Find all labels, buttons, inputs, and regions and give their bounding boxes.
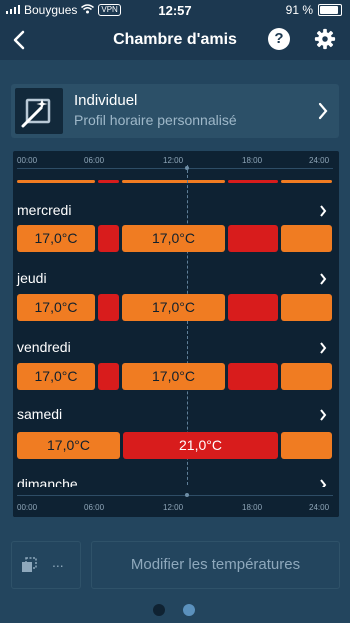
chevron-right-icon[interactable] xyxy=(319,272,327,286)
segment-eco xyxy=(98,363,119,390)
chevron-right-icon[interactable] xyxy=(319,204,327,218)
day-label[interactable]: mercredi xyxy=(17,202,71,218)
copy-button[interactable]: ... xyxy=(11,541,81,589)
magic-wand-icon xyxy=(15,88,63,134)
segment-eco xyxy=(98,294,119,321)
page-indicator-dot xyxy=(153,604,165,616)
segment-comfort xyxy=(281,363,332,390)
segment-comfort xyxy=(281,432,332,459)
chevron-right-icon[interactable] xyxy=(319,408,327,422)
modify-temperatures-button[interactable]: Modifier les températures xyxy=(91,541,340,589)
segment-comfort: 17,0°C xyxy=(122,225,225,252)
time-tick: 00:00 xyxy=(17,503,38,512)
segment-eco xyxy=(98,225,119,252)
segment-comfort: 17,0°C xyxy=(17,363,95,390)
segment-comfort: 17,0°C xyxy=(122,363,225,390)
segment-comfort: 17,0°C xyxy=(17,432,120,459)
time-tick: 00:00 xyxy=(17,156,38,165)
segment-comfort xyxy=(281,180,332,183)
chevron-right-icon[interactable] xyxy=(319,341,327,355)
page-title: Chambre d'amis xyxy=(113,31,237,48)
segment-eco xyxy=(98,180,119,183)
profile-selector[interactable]: Individuel Profil horaire personnalisé xyxy=(11,84,339,138)
time-tick: 12:00 xyxy=(163,156,184,165)
time-axis-bottom xyxy=(17,495,333,496)
weekly-schedule: 00:00 06:00 12:00 18:00 24:00 mercredi 1… xyxy=(13,151,339,517)
segment-eco xyxy=(228,225,278,252)
time-tick: 24:00 xyxy=(309,156,330,165)
segment-comfort xyxy=(281,225,332,252)
profile-name: Individuel xyxy=(74,92,138,109)
segment-comfort: 17,0°C xyxy=(17,225,95,252)
current-time-marker-bottom xyxy=(185,493,189,497)
time-tick: 12:00 xyxy=(163,503,184,512)
segment-comfort xyxy=(122,180,225,183)
more-label: ... xyxy=(52,554,64,570)
segment-eco xyxy=(228,180,278,183)
day-label[interactable]: jeudi xyxy=(17,270,47,286)
nav-bar: Chambre d'amis ? xyxy=(0,20,350,60)
copy-icon xyxy=(22,557,37,572)
segment-eco xyxy=(228,294,278,321)
time-axis-bottom-bg xyxy=(13,487,339,517)
help-icon[interactable]: ? xyxy=(268,28,290,50)
chevron-right-icon xyxy=(318,102,328,120)
time-tick: 06:00 xyxy=(84,503,105,512)
day-label[interactable]: vendredi xyxy=(17,339,71,355)
segment-eco xyxy=(228,363,278,390)
time-tick: 18:00 xyxy=(242,156,263,165)
segment-comfort xyxy=(17,180,95,183)
time-tick: 24:00 xyxy=(309,503,330,512)
status-bar: Bouygues VPN 12:57 91 % xyxy=(0,0,350,20)
day-label[interactable]: samedi xyxy=(17,406,62,422)
segment-eco: 21,0°C xyxy=(123,432,278,459)
profile-subtitle: Profil horaire personnalisé xyxy=(74,112,237,128)
gear-icon[interactable] xyxy=(314,28,336,50)
battery-icon xyxy=(318,4,342,16)
segment-comfort xyxy=(281,294,332,321)
segment-comfort: 17,0°C xyxy=(17,294,95,321)
time-tick: 06:00 xyxy=(84,156,105,165)
battery-percent: 91 % xyxy=(285,3,313,17)
current-time-marker-top xyxy=(185,166,189,170)
time-tick: 18:00 xyxy=(242,503,263,512)
page-indicator-dot-active xyxy=(183,604,195,616)
segment-comfort: 17,0°C xyxy=(122,294,225,321)
time-axis-top xyxy=(17,168,333,169)
